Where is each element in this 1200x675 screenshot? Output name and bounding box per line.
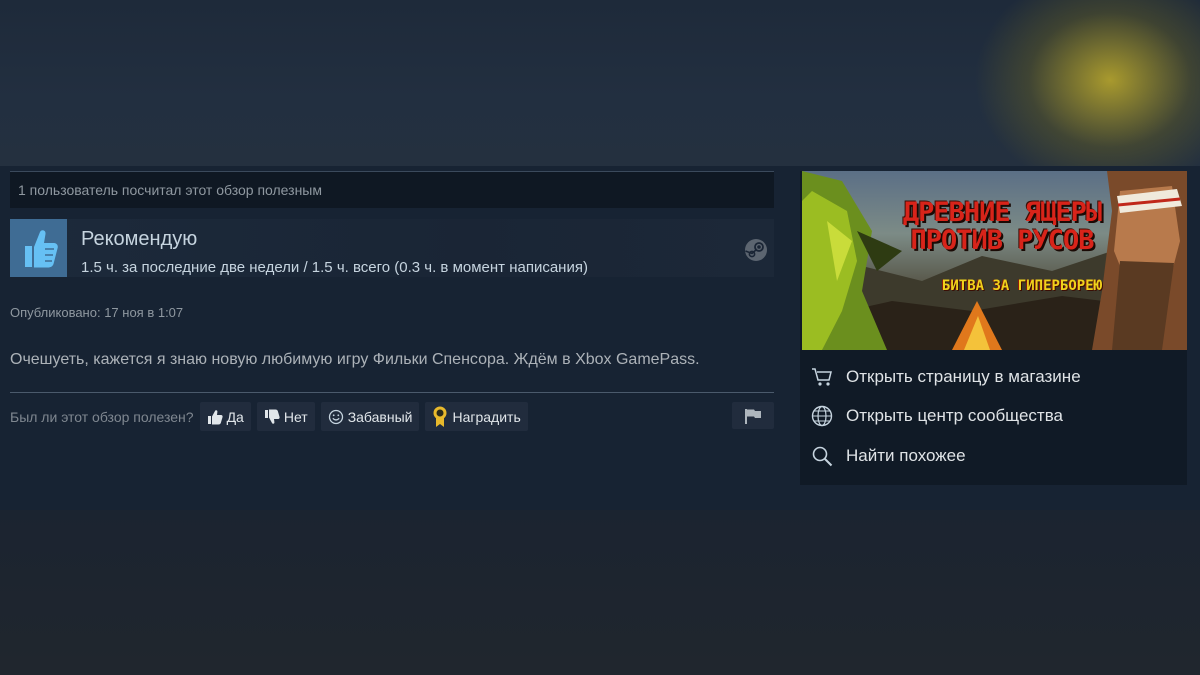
vote-no-button[interactable]: Нет bbox=[256, 402, 315, 431]
vote-funny-label: Забавный bbox=[347, 408, 413, 425]
vote-no-label: Нет bbox=[283, 408, 308, 425]
review-body: Очешуеть, кажется я знаю новую любимую и… bbox=[10, 351, 700, 368]
community-hub-link-label: Открыть центр сообщества bbox=[846, 406, 1064, 426]
page-background-bottom bbox=[0, 510, 1200, 675]
flag-icon bbox=[745, 408, 761, 424]
globe-icon bbox=[811, 406, 833, 427]
steam-icon bbox=[745, 239, 767, 261]
award-button[interactable]: Наградить bbox=[425, 402, 528, 431]
cart-icon bbox=[812, 368, 832, 386]
vote-question: Был ли этот обзор полезен? bbox=[10, 408, 194, 425]
posted-date: Опубликовано: 17 ноя в 1:07 bbox=[10, 305, 184, 320]
recommendation-label: Рекомендую bbox=[81, 228, 198, 250]
award-icon bbox=[433, 406, 447, 427]
thumbs-down-icon bbox=[264, 409, 280, 424]
vote-funny-button[interactable]: Забавный bbox=[320, 402, 420, 431]
helpful-count-text: 1 пользователь посчитал этот обзор полез… bbox=[18, 182, 322, 198]
page-background-top bbox=[0, 0, 1200, 166]
game-title-art: ДРЕВНИЕ ЯЩЕРЫ ПРОТИВ РУСОВ bbox=[872, 197, 1132, 257]
vote-yes-label: Да bbox=[226, 408, 244, 425]
smiley-icon bbox=[328, 409, 343, 424]
store-page-link[interactable]: Открыть страницу в магазине bbox=[800, 357, 1187, 397]
vote-row: Был ли этот обзор полезен? Да Нет Забавн… bbox=[10, 402, 534, 431]
find-similar-link[interactable]: Найти похожее bbox=[800, 436, 1187, 476]
playtime-text: 1.5 ч. за последние две недели / 1.5 ч. … bbox=[81, 259, 588, 276]
game-banner-image[interactable]: ДРЕВНИЕ ЯЩЕРЫ ПРОТИВ РУСОВ БИТВА ЗА ГИПЕ… bbox=[802, 171, 1187, 350]
search-icon bbox=[812, 446, 833, 466]
game-subtitle-art: БИТВА ЗА ГИПЕРБОРЕЮ bbox=[941, 278, 1103, 294]
helpful-count-bar: 1 пользователь посчитал этот обзор полез… bbox=[10, 171, 774, 208]
divider bbox=[10, 392, 774, 393]
report-flag-button[interactable] bbox=[732, 402, 774, 429]
store-page-link-label: Открыть страницу в магазине bbox=[846, 366, 1081, 386]
game-sidebar: ДРЕВНИЕ ЯЩЕРЫ ПРОТИВ РУСОВ БИТВА ЗА ГИПЕ… bbox=[800, 171, 1187, 485]
award-label: Наградить bbox=[452, 408, 521, 425]
community-hub-link[interactable]: Открыть центр сообщества bbox=[800, 397, 1187, 437]
find-similar-link-label: Найти похожее bbox=[846, 445, 966, 465]
vote-yes-button[interactable]: Да bbox=[199, 402, 251, 431]
thumbs-up-icon bbox=[10, 219, 67, 277]
thumbs-up-icon bbox=[207, 409, 223, 424]
game-title-line-2: ПРОТИВ РУСОВ bbox=[910, 225, 1094, 257]
game-title-line-1: ДРЕВНИЕ ЯЩЕРЫ bbox=[902, 197, 1102, 228]
sidebar-links: Открыть страницу в магазине Открыть цент… bbox=[800, 357, 1187, 476]
recommendation-box: Рекомендую 1.5 ч. за последние две недел… bbox=[10, 219, 774, 277]
